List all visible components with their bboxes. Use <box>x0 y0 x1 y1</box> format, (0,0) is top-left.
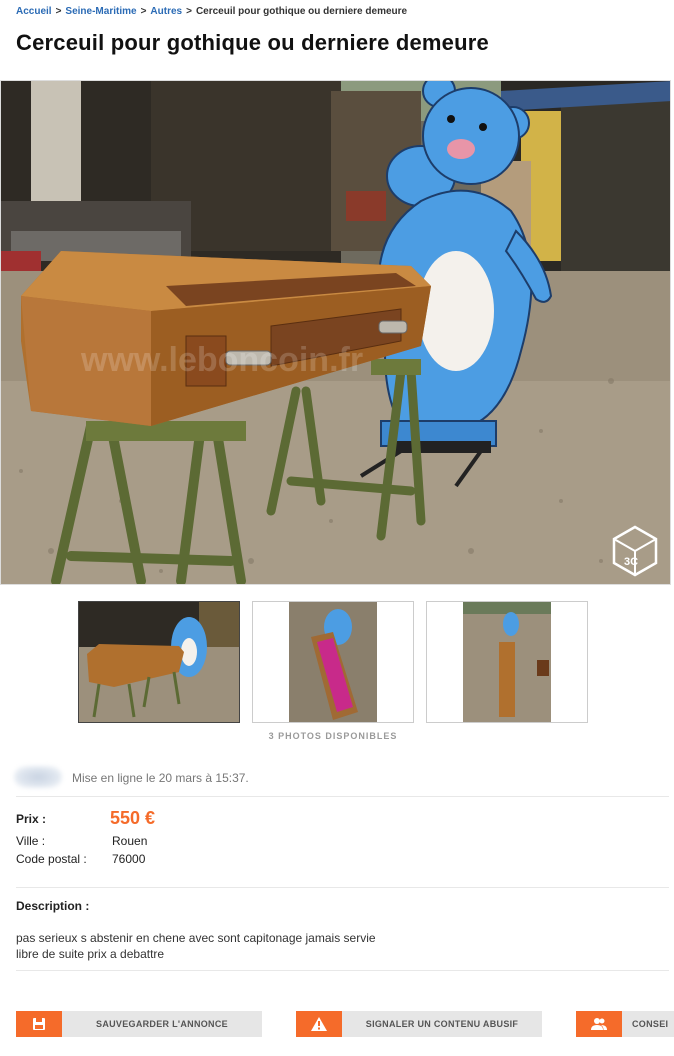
breadcrumb: Accueil > Seine-Maritime > Autres > Cerceuil p… <box>16 6 407 17</box>
price-value: 550 € <box>110 808 156 828</box>
description-text: pas serieux s abstenir en chene avec son… <box>16 930 376 962</box>
divider <box>16 796 669 797</box>
divider <box>16 887 669 888</box>
postal-label: Code postal : <box>16 852 87 866</box>
thumbnail-strip <box>78 601 588 723</box>
watermark-text: www.leboncoin.fr <box>80 341 363 379</box>
thumbnail-1-image <box>79 602 239 722</box>
save-ad-label: SAUVEGARDER L'ANNONCE <box>96 1019 228 1029</box>
photo-count: 3 PHOTOS DISPONIBLES <box>268 731 398 741</box>
save-ad-button[interactable]: SAUVEGARDER L'ANNONCE <box>16 1011 262 1037</box>
main-photo[interactable]: www.leboncoin.fr 3C <box>0 80 671 585</box>
advice-button[interactable]: CONSEI <box>576 1011 674 1037</box>
description-line: libre de suite prix a debattre <box>16 947 165 961</box>
thumbnail-2[interactable] <box>252 601 414 723</box>
breadcrumb-link-home[interactable]: Accueil <box>16 6 52 17</box>
breadcrumb-link-region[interactable]: Seine-Maritime <box>65 6 136 17</box>
report-abuse-button[interactable]: SIGNALER UN CONTENU ABUSIF <box>296 1011 542 1037</box>
description-title: Description : <box>16 899 90 913</box>
warning-icon <box>296 1011 342 1037</box>
postal-value: 76000 <box>112 852 146 866</box>
description-line: pas serieux s abstenir en chene avec son… <box>16 931 376 945</box>
divider <box>16 970 669 971</box>
breadcrumb-link-category[interactable]: Autres <box>150 6 182 17</box>
city-label: Ville : <box>16 834 46 848</box>
price-label: Prix : <box>16 812 47 826</box>
thumbnail-3[interactable] <box>426 601 588 723</box>
users-icon <box>576 1011 622 1037</box>
report-abuse-label: SIGNALER UN CONTENU ABUSIF <box>365 1019 519 1029</box>
advice-label: CONSEI <box>632 1019 669 1029</box>
breadcrumb-separator: > <box>55 6 62 17</box>
city-value: Rouen <box>112 834 148 848</box>
page-title: Cerceuil pour gothique ou derniere demeu… <box>16 30 489 55</box>
save-icon <box>16 1011 62 1037</box>
thumbnail-3-image <box>427 602 587 722</box>
thumbnail-2-image <box>253 602 413 722</box>
watermark-logo-text: 3C <box>624 556 638 568</box>
posted-date: Mise en ligne le 20 mars à 15:37. <box>72 771 249 785</box>
thumbnail-1[interactable] <box>78 601 240 723</box>
coffin-photo-illustration: www.leboncoin.fr 3C <box>1 81 670 584</box>
breadcrumb-separator: > <box>140 6 147 17</box>
breadcrumb-current: Cerceuil pour gothique ou derniere demeu… <box>195 6 408 17</box>
breadcrumb-separator: > <box>186 6 192 17</box>
avatar <box>14 766 62 788</box>
